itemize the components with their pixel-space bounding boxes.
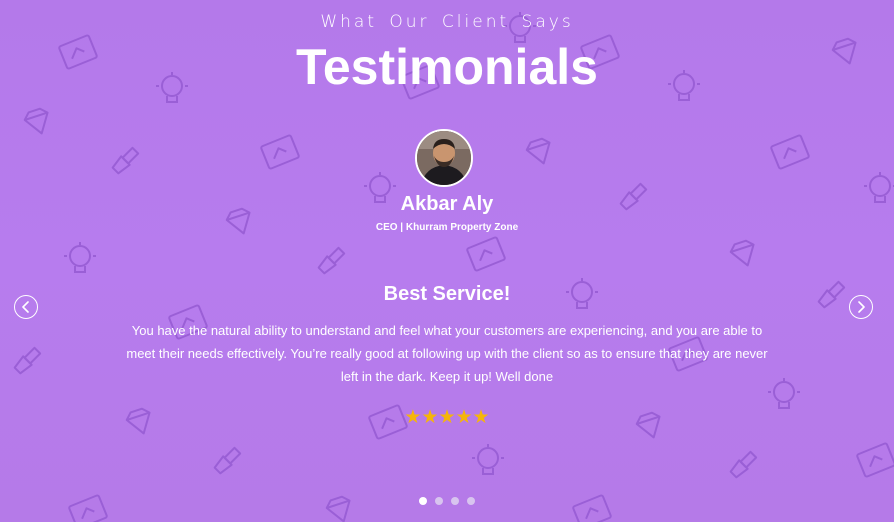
person-photo-icon [417, 131, 471, 185]
carousel-dot[interactable] [435, 497, 443, 505]
testimonial-name: Akbar Aly [400, 193, 494, 215]
testimonial-role: CEO | Khurram Property Zone [375, 222, 519, 233]
chevron-left-icon [22, 301, 29, 313]
carousel-dot[interactable] [467, 497, 475, 505]
testimonial-heading: Best Service! [383, 283, 511, 305]
star-rating: ★★★★★ [404, 407, 490, 428]
section-eyebrow: What Our Client Says [320, 12, 574, 32]
carousel-pagination [0, 497, 894, 505]
carousel-prev-button[interactable] [14, 295, 38, 319]
carousel-next-button[interactable] [849, 295, 873, 319]
avatar [415, 129, 473, 187]
carousel-dot[interactable] [451, 497, 459, 505]
carousel-dot[interactable] [419, 497, 427, 505]
chevron-right-icon [858, 301, 865, 313]
testimonial-quote: You have the natural ability to understa… [126, 323, 768, 384]
testimonials-section: What Our Client Says Testimonials Akbar … [0, 0, 894, 522]
section-title: Testimonials [296, 39, 598, 95]
